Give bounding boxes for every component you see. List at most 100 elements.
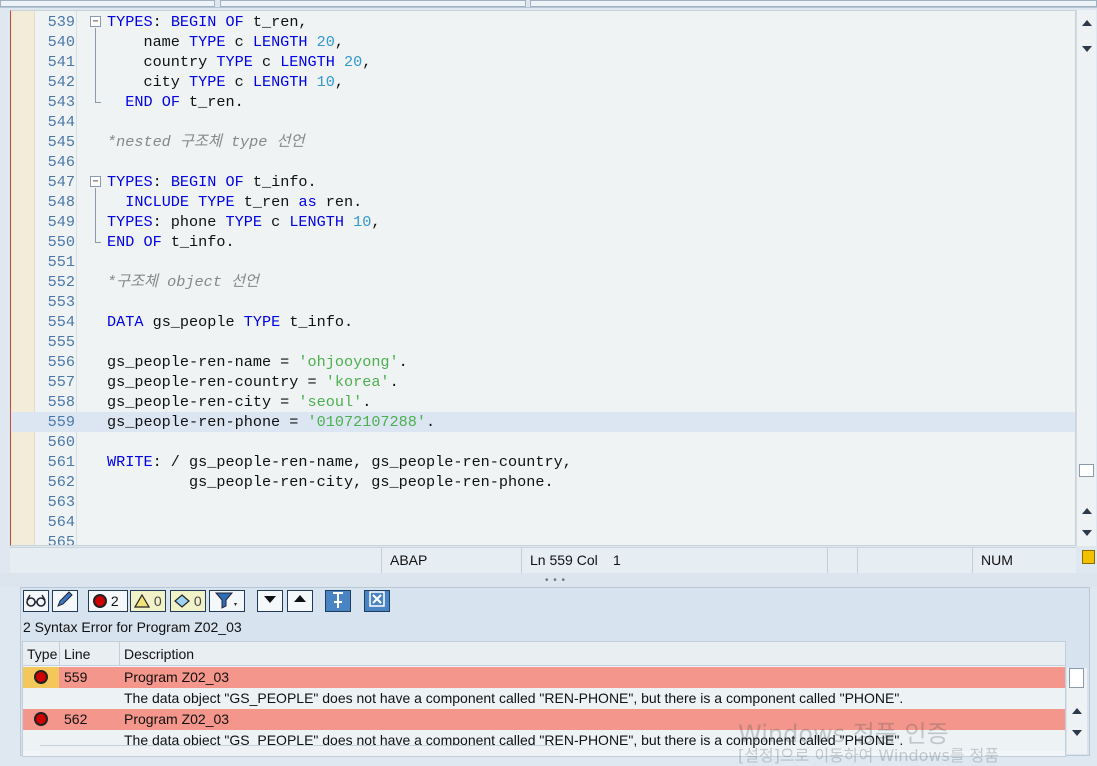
code-line[interactable]: 539 − TYPES: BEGIN OF t_ren, [11,12,1075,32]
table-row[interactable]: 559 Program Z02_03 [23,667,1065,688]
error-filter-button[interactable]: 2 [88,590,128,612]
scroll-up-icon[interactable] [1082,20,1092,26]
code-line[interactable]: 547 − TYPES: BEGIN OF t_info. [11,172,1075,192]
scroll-down-icon[interactable] [1082,46,1092,52]
code-line[interactable]: 563 [11,492,1075,512]
code-line[interactable]: 550 END OF t_info. [11,232,1075,252]
code-line[interactable]: 555 [11,332,1075,352]
line-number: 563 [47,493,75,511]
code-line[interactable]: 545 *nested 구조체 type 선언 [11,132,1075,152]
code-token: t_info. [161,233,235,251]
code-line[interactable]: 543 END OF t_ren. [11,92,1075,112]
code-token: gs_people-ren-country = [107,373,326,391]
code-line[interactable]: 556 gs_people-ren-name = 'ohjooyong'. [11,352,1075,372]
code-token: TYPE [198,193,235,211]
code-line[interactable]: 544 [11,112,1075,132]
line-number: 560 [47,433,75,451]
editor-vertical-scrollbar[interactable] [1076,10,1096,546]
code-line[interactable]: 557 gs_people-ren-country = 'korea'. [11,372,1075,392]
code-token: . [389,373,399,391]
close-panel-icon[interactable] [364,590,390,612]
code-token: TYPE [189,73,226,91]
scroll-up-icon[interactable] [1082,508,1092,514]
error-table-scrollbar[interactable] [1067,668,1087,754]
code-token: TYPE [189,33,226,51]
code-line[interactable]: 561 WRITE: / gs_people-ren-name, gs_peopl… [11,452,1075,472]
code-token: t_ren, [243,13,308,31]
scroll-down-icon[interactable] [1082,530,1092,536]
code-line[interactable]: 551 [11,252,1075,272]
row-program: Program Z02_03 [124,669,230,685]
top-field-status[interactable] [530,0,1097,7]
line-number: 551 [47,253,75,271]
code-token: END [125,93,153,111]
line-number: 565 [47,533,75,546]
scroll-thumb[interactable] [1079,464,1094,477]
line-number: 550 [47,233,75,251]
code-token: 'ohjooyong' [298,353,399,371]
code-token: gs_people-ren-city, gs_people-ren-phone. [107,473,554,491]
line-number: 545 [47,133,75,151]
next-down-icon[interactable] [257,590,283,612]
code-line[interactable]: 562 gs_people-ren-city, gs_people-ren-ph… [11,472,1075,492]
code-token: OF [161,93,180,111]
row-message: The data object "GS_PEOPLE" does not hav… [124,690,904,706]
row-line: 562 [64,711,88,727]
code-line[interactable]: 546 [11,152,1075,172]
fold-toggle-icon[interactable]: − [90,176,101,187]
code-line[interactable]: 542 city TYPE c LENGTH 10, [11,72,1075,92]
previous-up-icon[interactable] [287,590,313,612]
scroll-thumb[interactable] [1069,668,1084,688]
error-table-horizontal-scrollbar[interactable] [40,745,560,756]
code-line[interactable]: 552 *구조체 object 선언 [11,272,1075,292]
line-number: 562 [47,473,75,491]
line-number: 555 [47,333,75,351]
glasses-icon[interactable] [23,590,49,612]
status-note-icon[interactable] [1082,550,1095,564]
code-line[interactable]: 554 DATA gs_people TYPE t_info. [11,312,1075,332]
code-token: t_ren. [179,93,244,111]
code-line[interactable]: 541 country TYPE c LENGTH 20, [11,52,1075,72]
error-stop-icon [23,667,59,688]
code-editor[interactable]: 539− TYPES: BEGIN OF t_ren, 540 name TYPE … [10,10,1076,546]
filter-funnel-icon[interactable] [209,590,245,612]
pencil-icon[interactable] [52,590,78,612]
line-number: 548 [47,193,75,211]
pane-splitter[interactable]: • • • [0,573,1097,587]
code-line[interactable]: 549 TYPES: phone TYPE c LENGTH 10, [11,212,1075,232]
code-line[interactable]: 548 INCLUDE TYPE t_ren as ren. [11,192,1075,212]
code-token: , [371,213,381,231]
line-number: 539 [47,13,75,31]
top-field-program[interactable] [220,0,526,7]
code-line[interactable]: 564 [11,512,1075,532]
column-header-description[interactable]: Description [120,642,1065,666]
code-token: c [225,73,253,91]
column-header-line[interactable]: Line [60,642,120,666]
code-token: INCLUDE [125,193,190,211]
code-line[interactable]: 553 [11,292,1075,312]
table-row-message[interactable]: The data object "GS_PEOPLE" does not hav… [23,688,1065,709]
pin-icon[interactable] [325,590,351,612]
code-line[interactable]: 559 gs_people-ren-phone = '01072107288'. [11,412,1075,432]
code-line[interactable]: 560 [11,432,1075,452]
warning-filter-button[interactable]: 0 [130,590,166,612]
code-token: gs_people-ren-phone = [107,413,308,431]
code-token: ren. [316,193,363,211]
top-field-report[interactable] [0,0,215,7]
scroll-down-icon[interactable] [1072,730,1082,736]
code-token: , [334,33,345,51]
info-count: 0 [193,593,202,609]
code-line[interactable]: 558 gs_people-ren-city = 'seoul'. [11,392,1075,412]
column-header-type[interactable]: Type [23,642,60,666]
line-number: 547 [47,173,75,191]
splitter-grip-icon[interactable]: • • • [545,576,566,586]
scroll-up-icon[interactable] [1072,708,1082,714]
code-line[interactable]: 540 name TYPE c LENGTH 20, [11,32,1075,52]
info-filter-button[interactable]: 0 [170,590,206,612]
fold-toggle-icon[interactable]: − [90,16,101,27]
code-token: gs_people [143,313,244,331]
line-number: 564 [47,513,75,531]
code-line[interactable]: 565 [11,532,1075,546]
